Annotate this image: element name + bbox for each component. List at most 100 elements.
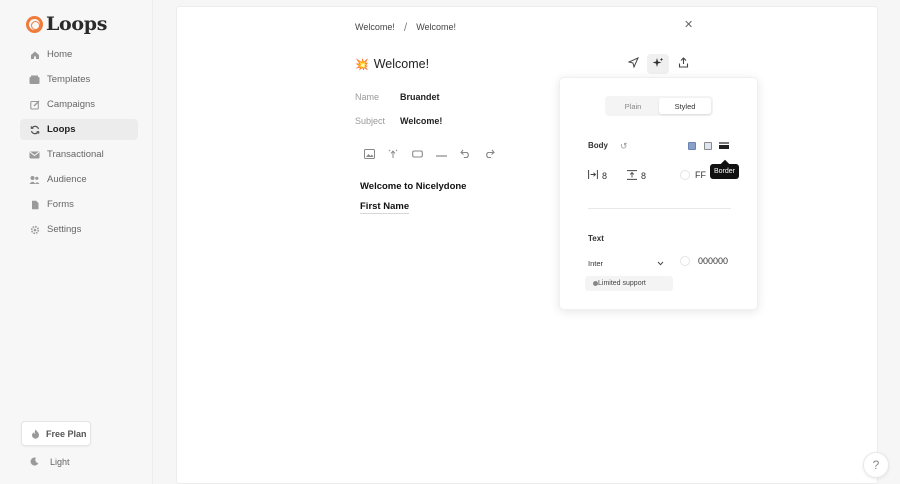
breadcrumb-item-loop[interactable]: Welcome! xyxy=(355,22,395,32)
sidebar-item-label: Forms xyxy=(47,199,74,210)
insert-button-button[interactable] xyxy=(381,147,405,163)
divider-icon xyxy=(435,150,447,161)
button-shape-icon xyxy=(411,149,423,161)
sidebar-item-campaigns[interactable]: Campaigns xyxy=(20,94,138,115)
sidebar-item-home[interactable]: Home xyxy=(20,44,138,65)
sidebar-item-audience[interactable]: Audience xyxy=(20,169,138,190)
email-body-heading[interactable]: Welcome to Nicelydone xyxy=(360,181,466,192)
padding-x-control[interactable]: 8 xyxy=(588,170,607,181)
free-plan-label: Free Plan xyxy=(46,428,87,439)
filled-square-icon xyxy=(688,142,696,150)
help-button[interactable]: ? xyxy=(863,452,889,478)
undo-icon xyxy=(459,149,471,161)
logo-text: Loops xyxy=(46,13,108,35)
tab-plain[interactable]: Plain xyxy=(607,98,659,114)
sidebar-item-label: Settings xyxy=(47,224,82,235)
sidebar-item-transactional[interactable]: Transactional xyxy=(20,144,138,165)
undo-button[interactable] xyxy=(453,147,477,163)
insert-divider-button[interactable] xyxy=(429,147,453,163)
email-toolbar xyxy=(622,54,697,74)
theme-label: Light xyxy=(50,456,70,467)
forms-icon xyxy=(29,199,40,210)
email-title-row: 💥 Welcome! xyxy=(355,57,429,71)
image-icon xyxy=(363,148,375,162)
editor-toolbar xyxy=(357,147,501,163)
sidebar-item-settings[interactable]: Settings xyxy=(20,219,138,240)
email-title[interactable]: Welcome! xyxy=(374,57,429,71)
send-test-button[interactable] xyxy=(622,54,644,74)
campaigns-icon xyxy=(29,99,40,110)
subject-label: Subject xyxy=(355,116,386,126)
border-option[interactable] xyxy=(718,140,730,152)
text-color-swatch[interactable] xyxy=(680,256,690,266)
padding-y-control[interactable]: 8 xyxy=(627,170,646,182)
outline-square-icon xyxy=(704,142,712,150)
sidebar-item-loops[interactable]: Loops xyxy=(20,119,138,140)
section-divider xyxy=(588,208,731,209)
insert-block-button[interactable] xyxy=(405,147,429,163)
chevron-down-icon xyxy=(657,259,664,268)
name-field[interactable]: Bruandet xyxy=(400,92,440,102)
sidebar-item-label: Loops xyxy=(47,124,76,135)
font-family-select[interactable]: Inter xyxy=(588,256,664,270)
audience-icon xyxy=(29,174,40,185)
border-outline-option[interactable] xyxy=(702,140,714,152)
sidebar-item-label: Templates xyxy=(47,74,91,85)
sparkles-icon xyxy=(652,57,664,72)
export-button[interactable] xyxy=(672,54,694,74)
free-plan-button[interactable]: Free Plan xyxy=(21,421,91,446)
subject-field-row: Subject Welcome! xyxy=(355,116,442,126)
tab-styled[interactable]: Styled xyxy=(659,98,711,114)
close-icon[interactable]: ✕ xyxy=(684,18,693,31)
upload-icon xyxy=(678,57,689,71)
sidebar-item-label: Home xyxy=(47,49,73,60)
sidebar-item-label: Transactional xyxy=(47,149,104,160)
limited-support-label: Limited support xyxy=(598,280,646,287)
text-color-value: 000000 xyxy=(698,256,729,266)
theme-toggle[interactable]: Light xyxy=(29,456,70,467)
background-color-control[interactable]: FF xyxy=(680,170,706,180)
loops-logo[interactable]: Loops xyxy=(26,13,107,35)
settings-icon xyxy=(29,224,40,235)
name-field-row: Name Bruandet xyxy=(355,92,440,102)
flame-icon xyxy=(30,428,41,439)
insert-image-button[interactable] xyxy=(357,147,381,163)
subject-field[interactable]: Welcome! xyxy=(400,116,442,126)
home-icon xyxy=(29,49,40,60)
limited-support-badge: Limited support xyxy=(585,276,673,291)
send-icon xyxy=(626,57,639,71)
border-lines-icon xyxy=(719,137,729,155)
email-editor-panel: Welcome! / Welcome! ✕ 💥 Welcome! Name Br… xyxy=(176,6,878,484)
redo-button[interactable] xyxy=(477,147,501,163)
background-color-swatch[interactable] xyxy=(680,170,690,180)
templates-icon xyxy=(29,74,40,85)
info-dot-icon xyxy=(593,281,598,286)
sidebar-item-label: Audience xyxy=(47,174,87,185)
name-label: Name xyxy=(355,92,380,102)
first-name-variable[interactable]: First Name xyxy=(360,201,410,214)
font-family-value: Inter xyxy=(588,258,604,268)
sidebar-item-label: Campaigns xyxy=(47,99,96,110)
loops-icon xyxy=(29,124,40,135)
sidebar: Loops Home Templates Campaigns Loops Tra… xyxy=(0,0,153,484)
breadcrumb-item-email[interactable]: Welcome! xyxy=(416,22,456,32)
padding-y-value: 8 xyxy=(641,171,647,181)
redo-icon xyxy=(484,149,495,161)
styles-popover: Plain Styled Body ↺ Border 8 8 FF Text I… xyxy=(559,77,758,310)
loops-logo-icon xyxy=(26,15,43,33)
reset-icon[interactable]: ↺ xyxy=(620,141,628,152)
sidebar-item-templates[interactable]: Templates xyxy=(20,69,138,90)
body-section-label: Body xyxy=(588,141,608,150)
border-options xyxy=(686,140,734,152)
moon-icon xyxy=(29,456,40,467)
border-none-option[interactable] xyxy=(686,140,698,152)
sidebar-item-forms[interactable]: Forms xyxy=(20,194,138,215)
background-color-value: FF xyxy=(695,170,706,180)
style-mode-toggle: Plain Styled xyxy=(605,96,713,116)
text-section-label: Text xyxy=(588,234,604,243)
breadcrumb-separator: / xyxy=(403,20,408,34)
border-tooltip: Border xyxy=(710,164,740,179)
sparkle-emoji-icon: 💥 xyxy=(355,58,369,71)
styles-button[interactable] xyxy=(647,54,669,74)
text-color-control[interactable]: 000000 xyxy=(680,256,728,266)
